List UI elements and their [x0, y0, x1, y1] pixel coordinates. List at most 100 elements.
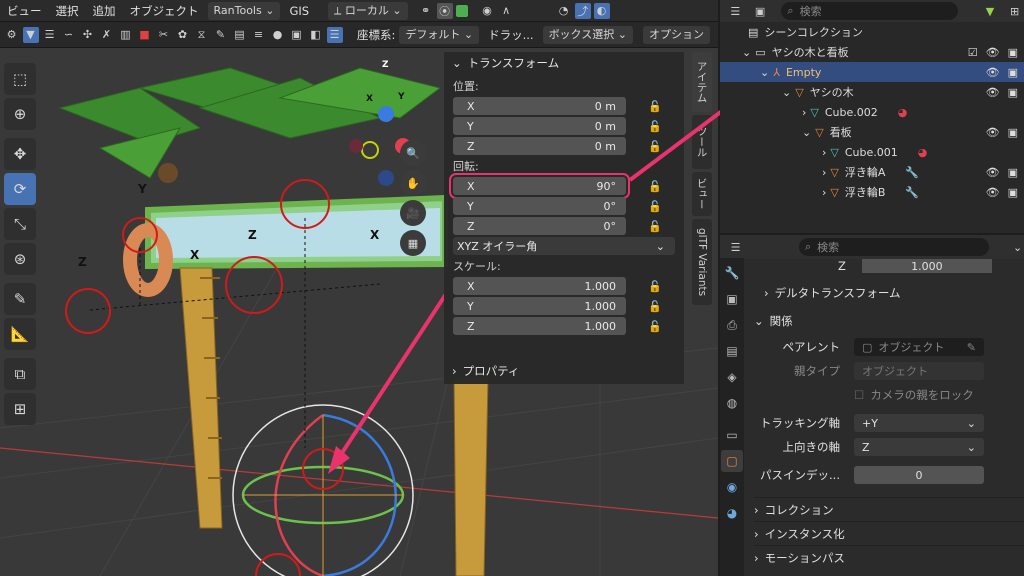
- collection-row[interactable]: ⌄ ▭ ヤシの木と看板 ☑ 👁 ▣: [720, 42, 1024, 62]
- view-layer-tab-icon[interactable]: ▤: [721, 340, 743, 362]
- filter-icon[interactable]: ▼: [22, 26, 39, 43]
- menu-view[interactable]: ビュー: [0, 0, 49, 22]
- collection-tab-icon[interactable]: ▭: [721, 424, 743, 446]
- mesh-icon[interactable]: ▥: [118, 27, 134, 43]
- new-collection-icon[interactable]: ⊞: [1007, 3, 1023, 19]
- top-field[interactable]: 1.000: [861, 259, 992, 273]
- camera-icon[interactable]: ▣: [1008, 66, 1018, 79]
- properties-subpanel[interactable]: › プロパティ: [444, 358, 684, 384]
- collections-section[interactable]: › コレクション: [754, 497, 1024, 521]
- lock-icon[interactable]: 🔓: [648, 200, 662, 213]
- location-z-field[interactable]: Z 0 m: [453, 137, 626, 155]
- box-select-dropdown[interactable]: ボックス選択 ⌄: [542, 25, 633, 44]
- perspective-button[interactable]: ▦: [400, 230, 426, 256]
- eye-icon[interactable]: 👁: [986, 126, 1000, 139]
- scene-collection-row[interactable]: ▤ シーンコレクション: [720, 22, 1024, 42]
- menu-gis[interactable]: GIS: [282, 0, 316, 22]
- cube001-row[interactable]: › ▽ Cube.001 ◕: [720, 142, 1024, 162]
- falloff-icon[interactable]: ∧: [498, 3, 514, 19]
- move-tool[interactable]: ✥: [4, 138, 36, 170]
- world-tab-icon[interactable]: ◍: [721, 392, 743, 414]
- edit-icon[interactable]: ✎: [213, 27, 229, 43]
- stop-icon[interactable]: ■: [137, 27, 153, 43]
- checkbox-icon[interactable]: ☑: [968, 46, 978, 59]
- physics-tab-icon[interactable]: ◉: [721, 476, 743, 498]
- select-box-tool[interactable]: ⬚: [4, 63, 36, 95]
- motion-paths-section[interactable]: › モーションパス: [754, 545, 1024, 569]
- grid-icon[interactable]: ▤: [232, 27, 248, 43]
- empty-row[interactable]: ⌄ ⅄ Empty 👁 ▣: [720, 62, 1024, 82]
- editor-type-icon[interactable]: ☰: [728, 239, 744, 255]
- hook-icon[interactable]: ✣: [80, 27, 96, 43]
- eye-icon[interactable]: 👁: [986, 166, 1000, 179]
- rantools-dropdown[interactable]: RanTools ⌄: [207, 1, 281, 20]
- up-axis-dropdown[interactable]: Z ⌄: [854, 438, 984, 456]
- menu-object[interactable]: オブジェクト: [123, 0, 206, 22]
- eye-icon[interactable]: 👁: [986, 186, 1000, 199]
- rotation-y-field[interactable]: Y 0°: [453, 197, 626, 215]
- camera-icon[interactable]: ▣: [1008, 186, 1018, 199]
- snap-target-icon[interactable]: [455, 4, 468, 17]
- coord-system-dropdown[interactable]: デフォルト ⌄: [399, 25, 480, 44]
- camera-button[interactable]: 🎥: [400, 200, 426, 226]
- properties-search-input[interactable]: ⌕ 検索: [799, 238, 989, 256]
- scale-x-field[interactable]: X 1.000: [453, 277, 626, 295]
- material-icon[interactable]: ✿: [175, 27, 191, 43]
- parent-field[interactable]: ▢ オブジェクト ✎: [854, 338, 984, 356]
- sphere-icon[interactable]: ●: [270, 27, 286, 43]
- pan-button[interactable]: ✋: [400, 170, 426, 196]
- rotation-mode-dropdown[interactable]: XYZ オイラー角 ⌄: [453, 237, 675, 255]
- palm-tree-row[interactable]: ⌄ ▽ ヤシの木 👁 ▣: [720, 82, 1024, 102]
- location-y-field[interactable]: Y 0 m: [453, 117, 626, 135]
- location-x-field[interactable]: X 0 m: [453, 97, 626, 115]
- zoom-button[interactable]: 🔍: [400, 140, 426, 166]
- camera-lock-row[interactable]: ☐ カメラの親をロック: [754, 383, 1024, 407]
- track-axis-dropdown[interactable]: +Y ⌄: [854, 414, 984, 432]
- proportional-edit-icon[interactable]: ◉: [479, 3, 495, 19]
- billboard-row[interactable]: ⌄ ▽ 看板 👁 ▣: [720, 122, 1024, 142]
- tab-gltf-variants[interactable]: glTF Variants: [692, 219, 712, 305]
- lines-icon[interactable]: ≡: [251, 27, 267, 43]
- add-cube-tool[interactable]: ⧉: [4, 358, 36, 390]
- filter-icon[interactable]: ▼: [982, 3, 998, 19]
- transform-orientation-dropdown[interactable]: ⟂ ローカル ⌄: [328, 1, 408, 20]
- scale-tool[interactable]: ⤡: [4, 208, 36, 240]
- display-mode-icon[interactable]: ▣: [752, 3, 768, 19]
- options-dropdown[interactable]: オプション: [642, 25, 710, 44]
- rotation-z-field[interactable]: Z 0°: [453, 217, 626, 235]
- rotate-tool[interactable]: ⟳: [4, 173, 36, 205]
- pivot-icon[interactable]: ⚭: [418, 3, 434, 19]
- instancing-section[interactable]: › インスタンス化: [754, 521, 1024, 545]
- cursor-tool[interactable]: ⊕: [4, 98, 36, 130]
- image-icon[interactable]: ▣: [289, 27, 305, 43]
- gizmo-toggle-icon[interactable]: ⤴: [574, 2, 591, 19]
- gear-icon[interactable]: ⚙: [4, 27, 20, 43]
- annotate-tool[interactable]: ✎: [4, 283, 36, 315]
- object-tab-icon[interactable]: ▢: [721, 450, 743, 472]
- armature-icon[interactable]: ✗: [99, 27, 115, 43]
- mirror-icon[interactable]: ⧖: [194, 27, 210, 43]
- eyedropper-icon[interactable]: ✎: [967, 341, 976, 354]
- camera-icon[interactable]: ▣: [1008, 166, 1018, 179]
- list-icon[interactable]: ☰: [42, 27, 58, 43]
- lock-icon[interactable]: 🔓: [648, 300, 662, 313]
- chevron-down-icon[interactable]: ⌄: [1013, 241, 1022, 254]
- snap-icon[interactable]: ⦿: [436, 2, 453, 19]
- tool-tab-icon[interactable]: 🔧: [721, 262, 743, 284]
- eye-icon[interactable]: 👁: [986, 86, 1000, 99]
- cube002-row[interactable]: › ▽ Cube.002 ◕: [720, 102, 1024, 122]
- measure-tool[interactable]: 📐: [4, 318, 36, 350]
- camera-icon[interactable]: ▣: [1008, 126, 1018, 139]
- menu-select[interactable]: 選択: [49, 0, 86, 22]
- float-b-row[interactable]: › ▽ 浮き輪B 🔧 👁 ▣: [720, 182, 1024, 202]
- parent-type-field[interactable]: オブジェクト: [854, 362, 984, 380]
- lock-icon[interactable]: 🔓: [648, 320, 662, 333]
- overlay-icon[interactable]: ◐: [593, 2, 610, 19]
- outliner-search-input[interactable]: ⌕ 検索: [781, 2, 959, 20]
- rotation-x-field[interactable]: X 90°: [449, 173, 630, 199]
- eye-icon[interactable]: 👁: [986, 46, 1000, 59]
- transform-tool[interactable]: ⊛: [4, 243, 36, 275]
- view-icon[interactable]: ◧: [308, 27, 324, 43]
- float-a-row[interactable]: › ▽ 浮き輪A 🔧 👁 ▣: [720, 162, 1024, 182]
- output-tab-icon[interactable]: ⎙: [721, 314, 743, 336]
